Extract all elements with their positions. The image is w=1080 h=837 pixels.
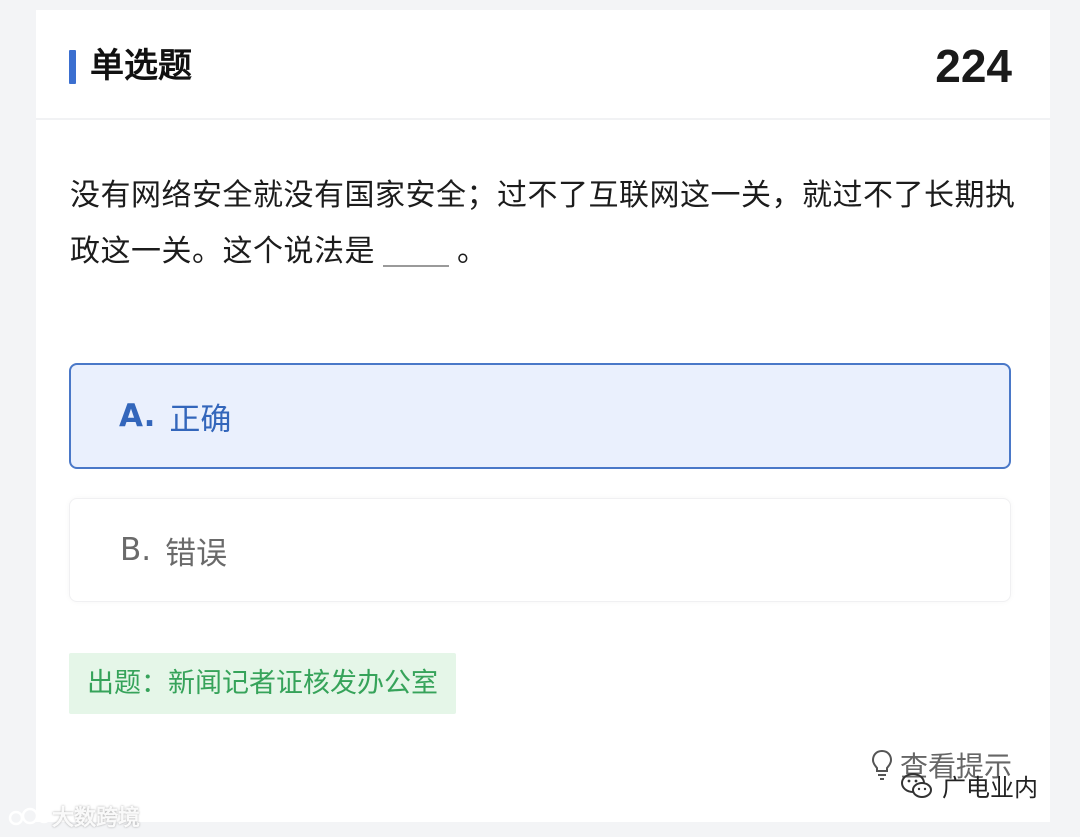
watermark-right-text: 广电业内 <box>942 774 1038 802</box>
question-number: 224 <box>935 40 1012 92</box>
question-text-after: 。 <box>457 234 488 269</box>
watermark-left-text: 大数跨境 <box>52 806 141 831</box>
watermark-right: 广电业内 <box>900 768 1038 803</box>
question-card: 单选题 224 没有网络安全就没有国家安全；过不了互联网这一关，就过不了长期执政… <box>36 10 1050 822</box>
option-b-text: 错误 <box>165 535 228 572</box>
option-b-letter: B. <box>120 532 152 568</box>
watermark-left: 大数跨境 <box>8 800 140 832</box>
question-type-title: 单选题 <box>90 46 192 86</box>
option-a-text: 正确 <box>169 401 232 438</box>
question-text: 没有网络安全就没有国家安全；过不了互联网这一关，就过不了长期执政这一关。这个说法… <box>70 168 1020 280</box>
option-a-label: A. 正确 <box>119 365 231 467</box>
answer-blank <box>383 231 449 267</box>
option-a[interactable]: A. 正确 <box>69 363 1011 469</box>
wechat-icon <box>901 772 932 798</box>
source-tag: 出题：新闻记者证核发办公室 <box>69 653 456 714</box>
watermark-logo-icon <box>8 807 52 826</box>
page: 单选题 224 没有网络安全就没有国家安全；过不了互联网这一关，就过不了长期执政… <box>0 0 1080 837</box>
question-text-before: 没有网络安全就没有国家安全；过不了互联网这一关，就过不了长期执政这一关。这个说法… <box>70 178 1016 269</box>
header-accent-bar <box>69 50 76 84</box>
card-header: 单选题 224 <box>36 10 1050 120</box>
option-b-label: B. 错误 <box>120 499 227 601</box>
lightbulb-icon <box>871 749 892 780</box>
option-b[interactable]: B. 错误 <box>69 498 1011 602</box>
option-a-letter: A. <box>119 398 156 434</box>
